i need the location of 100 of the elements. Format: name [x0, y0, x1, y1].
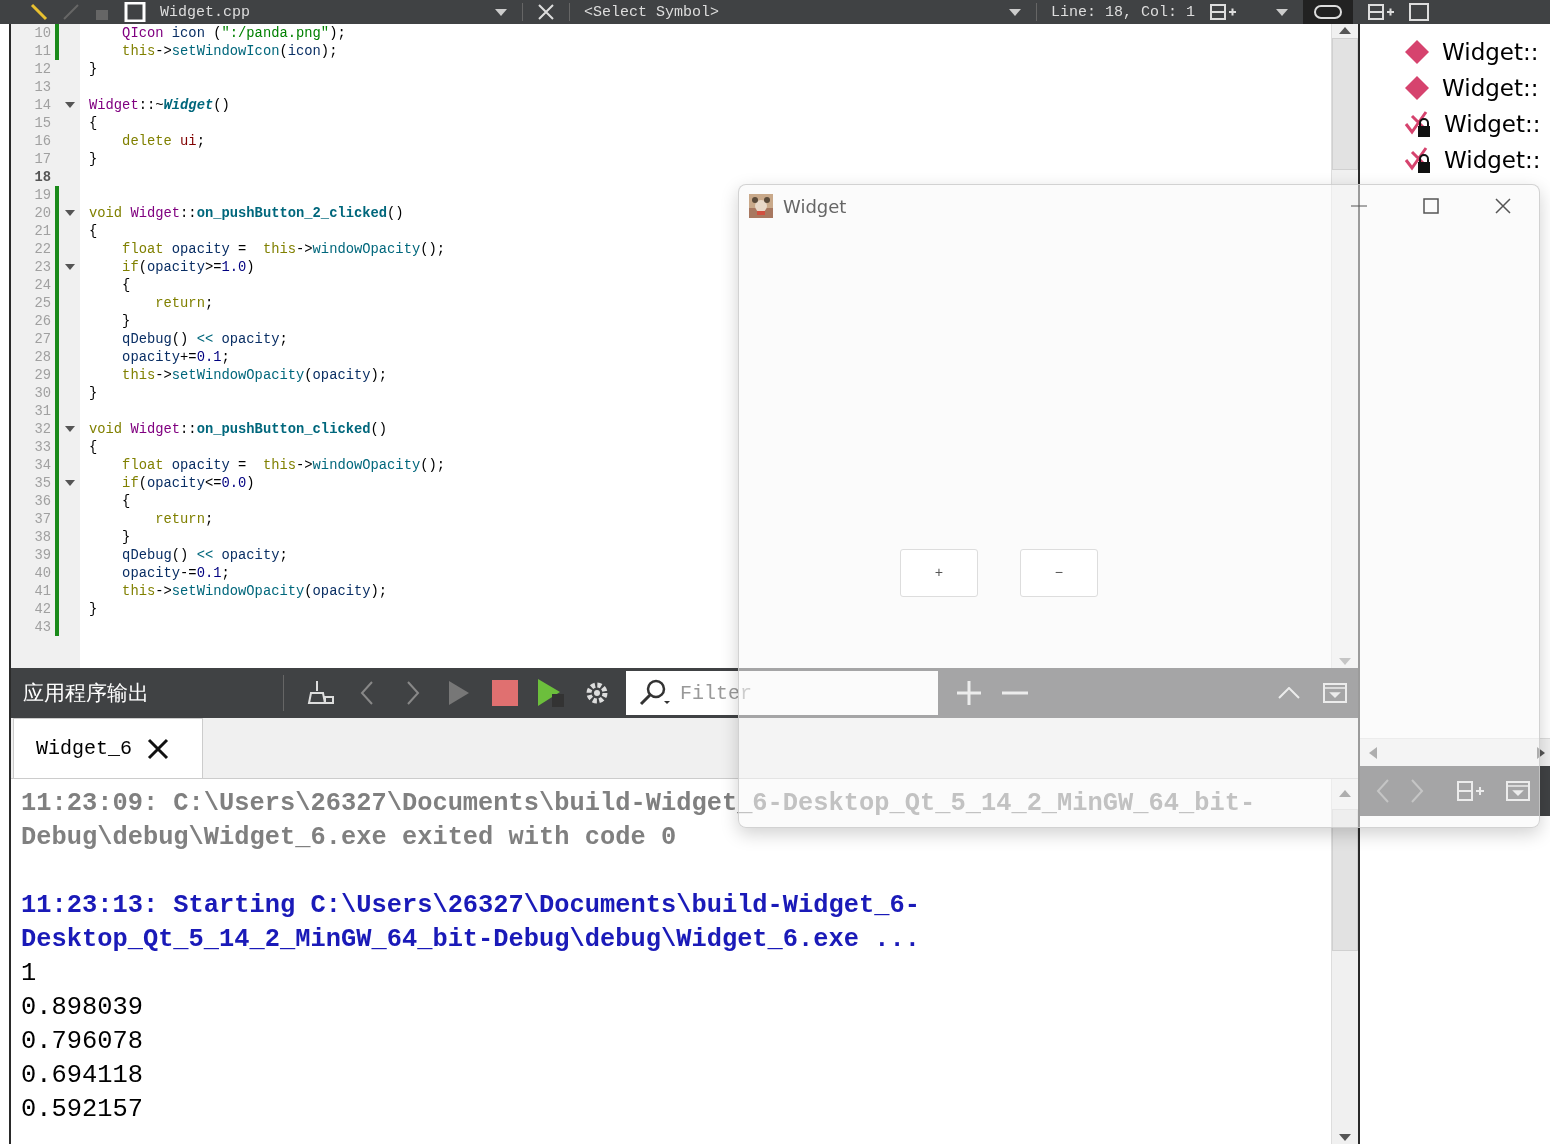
- split-icon[interactable]: [1367, 3, 1396, 21]
- line-number: 28: [33, 349, 51, 365]
- split-icon[interactable]: [1209, 3, 1238, 21]
- line-number: 22: [33, 241, 51, 257]
- forward-icon[interactable]: [406, 680, 420, 706]
- filter-field[interactable]: Filter: [626, 671, 938, 715]
- file-name[interactable]: Widget.cpp: [160, 3, 480, 21]
- scroll-thumb[interactable]: [1332, 809, 1358, 951]
- line-number: 15: [33, 115, 51, 131]
- outline-item[interactable]: Widget::: [1442, 39, 1539, 65]
- line-number: 29: [33, 367, 51, 383]
- output-tab[interactable]: Widget_6: [13, 718, 203, 778]
- panel-icon[interactable]: [1409, 3, 1430, 21]
- back-icon[interactable]: [360, 680, 374, 706]
- pane-title: 应用程序输出: [22, 680, 150, 707]
- line-number: 37: [33, 511, 51, 527]
- line-number: 42: [33, 601, 51, 617]
- code-line: Widget::~Widget(): [88, 97, 230, 113]
- fold-icon[interactable]: [64, 210, 75, 216]
- code-line: return;: [154, 511, 214, 527]
- file-icon: [124, 2, 146, 22]
- scrollbar[interactable]: [1331, 779, 1358, 1144]
- code-line: this->setWindowOpacity(opacity);: [121, 583, 388, 599]
- line-number: 34: [33, 457, 51, 473]
- line-number: 14: [33, 97, 51, 113]
- line-number: 25: [33, 295, 51, 311]
- settings-icon[interactable]: [584, 680, 610, 706]
- code-line: void Widget::on_pushButton_2_clicked(): [88, 205, 404, 221]
- line-number: 31: [33, 403, 51, 419]
- increase-button[interactable]: +: [900, 549, 978, 597]
- fold-icon[interactable]: [64, 426, 75, 432]
- code-line: this->setWindowIcon(icon);: [121, 43, 338, 59]
- code-line: qDebug() << opacity;: [121, 547, 288, 563]
- scroll-thumb[interactable]: [1332, 38, 1358, 170]
- slot-lock-icon: [1404, 146, 1432, 174]
- slot-lock-icon: [1404, 110, 1432, 138]
- scrollbar[interactable]: [1360, 738, 1550, 766]
- code-line: float opacity = this->windowOpacity();: [121, 457, 446, 473]
- code-line: }: [88, 385, 98, 401]
- line-number: 39: [33, 547, 51, 563]
- code-line: opacity-=0.1;: [121, 565, 230, 581]
- output-line: Debug\debug\Widget_6.exe exited with code 0: [21, 822, 678, 854]
- output-line: Desktop_Qt_5_14_2_MinGW_64_bit-Debug\debug\Widget_6.exe ...: [21, 924, 921, 956]
- code-line: QIcon icon (":/panda.png");: [121, 25, 346, 41]
- cursor-position: Line: 18, Col: 1: [1051, 3, 1196, 21]
- close-icon[interactable]: [146, 736, 170, 761]
- output-line: 1: [21, 958, 38, 990]
- scroll-right-icon[interactable]: [1536, 745, 1546, 760]
- line-number: 38: [33, 529, 51, 545]
- output-line: 11:23:09: C:\Users\26327\Documents\build-Widget_6-Desktop_Qt_5_14_2_MinGW_64_bit-: [21, 788, 1257, 820]
- code-line: opacity+=0.1;: [121, 349, 230, 365]
- line-number: 11: [33, 43, 51, 59]
- code-line: {: [121, 277, 131, 293]
- maximize-icon[interactable]: [1423, 198, 1439, 214]
- code-line: this->setWindowOpacity(opacity);: [121, 367, 388, 383]
- output-line: 0.694118: [21, 1060, 144, 1092]
- outline-item[interactable]: Widget::: [1442, 75, 1539, 101]
- line-number: 17: [33, 151, 51, 167]
- line-number: 16: [33, 133, 51, 149]
- line-number: 12: [33, 61, 51, 77]
- pencil-icon[interactable]: [30, 3, 48, 21]
- search-icon[interactable]: [638, 679, 672, 707]
- window-title: Widget: [783, 195, 847, 217]
- line-number: 26: [33, 313, 51, 329]
- scrollbar[interactable]: [1331, 24, 1358, 668]
- line-number: 33: [33, 439, 51, 455]
- close-icon[interactable]: [1495, 198, 1511, 214]
- code-line: qDebug() << opacity;: [121, 331, 288, 347]
- line-number: 20: [33, 205, 51, 221]
- code-line: {: [121, 493, 131, 509]
- line-number: 13: [33, 79, 51, 95]
- code-line: delete ui;: [121, 133, 205, 149]
- caret-icon[interactable]: [1275, 7, 1290, 17]
- code-line: if(opacity>=1.0): [121, 259, 255, 275]
- code-line: }: [121, 529, 131, 545]
- output-line: 0.898039: [21, 992, 144, 1024]
- fold-icon[interactable]: [64, 264, 75, 270]
- broom-icon[interactable]: [307, 679, 335, 707]
- code-line: {: [88, 115, 98, 131]
- fold-icon[interactable]: [64, 480, 75, 486]
- line-number: 35: [33, 475, 51, 491]
- decrease-button[interactable]: −: [1020, 549, 1098, 597]
- caret-icon[interactable]: [1008, 7, 1022, 17]
- line-number: 27: [33, 331, 51, 347]
- symbol-selector[interactable]: <Select Symbol>: [584, 3, 994, 21]
- fold-icon[interactable]: [64, 102, 75, 108]
- output-line: 0.796078: [21, 1026, 144, 1058]
- outline-item[interactable]: Widget::: [1444, 111, 1541, 137]
- line-number: 43: [33, 619, 51, 635]
- code-line: }: [88, 601, 98, 617]
- code-line: if(opacity<=0.0): [121, 475, 255, 491]
- caret-icon[interactable]: [494, 7, 508, 17]
- method-icon: [1404, 75, 1430, 101]
- code-line: return;: [154, 295, 214, 311]
- code-line: }: [121, 313, 131, 329]
- run-icon[interactable]: [537, 678, 565, 708]
- line-number: 19: [33, 187, 51, 203]
- line-number: 40: [33, 565, 51, 581]
- outline-item[interactable]: Widget::: [1444, 147, 1541, 173]
- output-line: 0.592157: [21, 1094, 144, 1126]
